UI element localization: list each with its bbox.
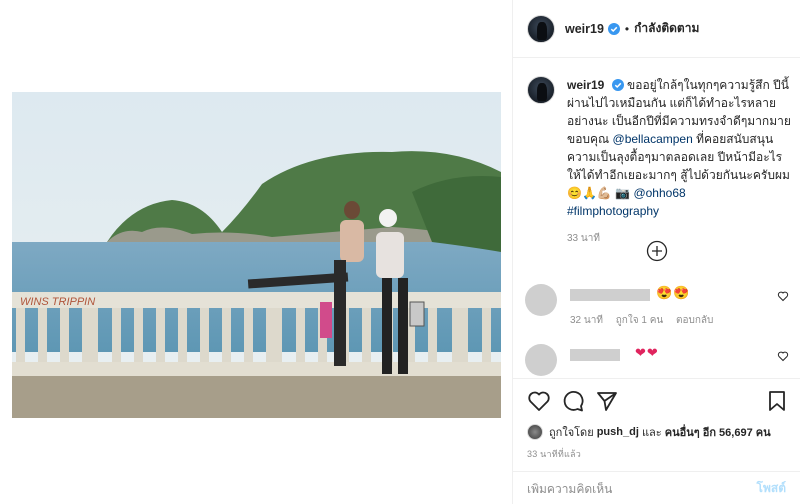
author-username[interactable]: weir19: [565, 22, 604, 36]
caption-text-block: weir19 ขออยู่ใกล้ๆในทุกๆความรู้สึก ปีนี้…: [567, 76, 792, 248]
comment-time: 32 นาที: [570, 315, 603, 326]
photo-illustration: WINS TRIPPIN: [12, 92, 501, 418]
comments-list[interactable]: weir19 ขออยู่ใกล้ๆในทุกๆความรู้สึก ปีนี้…: [513, 58, 800, 378]
add-comment-bar: โพสต์: [513, 471, 800, 504]
post-comment-button[interactable]: โพสต์: [757, 479, 786, 498]
comment-item: 😍😍 32 นาที ถูกใจ 1 คน ตอบกลับ: [525, 284, 790, 326]
comment-reply-button[interactable]: ตอบกลับ: [676, 315, 713, 326]
liked-by-others[interactable]: คนอื่นๆ อีก 56,697 คน: [665, 423, 771, 441]
save-bookmark-icon[interactable]: [765, 389, 789, 413]
graffiti-text: WINS TRIPPIN: [20, 296, 95, 308]
comment-item: ❤❤: [525, 344, 790, 378]
post-photo[interactable]: WINS TRIPPIN: [12, 92, 501, 418]
comment-likes[interactable]: ถูกใจ 1 คน: [616, 315, 664, 326]
comment-text: ❤❤: [635, 345, 659, 360]
following-button[interactable]: กำลังติดตาม: [634, 19, 699, 38]
caption-avatar[interactable]: [527, 76, 555, 104]
comment-avatar[interactable]: [525, 284, 557, 316]
comment-avatar[interactable]: [525, 344, 557, 376]
comment-username-redacted[interactable]: [570, 349, 620, 361]
liked-by-row: ถูกใจโดย push_dj และ คนอื่นๆ อีก 56,697 …: [527, 423, 771, 441]
post-timestamp[interactable]: 33 นาทีที่แล้ว: [527, 447, 581, 461]
post-caption: weir19 ขออยู่ใกล้ๆในทุกๆความรู้สึก ปีนี้…: [527, 76, 792, 248]
liker-username[interactable]: push_dj: [597, 426, 639, 438]
post-side-panel: weir19 • กำลังติดตาม weir19 ขออยู่ใกล้ๆใ…: [513, 0, 800, 504]
comment-like-heart-icon[interactable]: [777, 350, 789, 362]
caption-time: 33 นาที: [567, 233, 600, 244]
author-avatar[interactable]: [527, 14, 555, 43]
comment-like-heart-icon[interactable]: [777, 290, 789, 302]
comment-username-redacted[interactable]: [570, 289, 650, 301]
add-comment-input[interactable]: [527, 481, 727, 496]
mention-link-bellacampen[interactable]: @bellacampen: [613, 132, 693, 146]
post-header: weir19 • กำลังติดตาม: [513, 0, 800, 58]
liked-by-prefix: ถูกใจโดย: [549, 427, 594, 439]
like-heart-icon[interactable]: [527, 389, 551, 413]
caption-username[interactable]: weir19: [567, 78, 604, 92]
mention-link-ohho68[interactable]: @ohho68: [633, 186, 685, 200]
verified-badge-icon: [607, 22, 620, 35]
share-paper-plane-icon[interactable]: [595, 389, 619, 413]
caption-verified-icon: [611, 79, 624, 91]
post-actions: ถูกใจโดย push_dj และ คนอื่นๆ อีก 56,697 …: [513, 378, 800, 504]
comment-bubble-icon[interactable]: [561, 389, 585, 413]
comment-text: 😍😍: [656, 285, 691, 300]
post-media-pane: WINS TRIPPIN: [0, 0, 513, 504]
load-more-comments-icon[interactable]: [646, 240, 668, 262]
liked-by-and: และ: [641, 427, 662, 439]
hashtag-link[interactable]: #filmphotography: [567, 204, 659, 218]
comment-meta: 32 นาที ถูกใจ 1 คน ตอบกลับ: [570, 313, 723, 328]
header-separator: •: [624, 21, 630, 36]
liker-avatar[interactable]: [527, 424, 543, 440]
